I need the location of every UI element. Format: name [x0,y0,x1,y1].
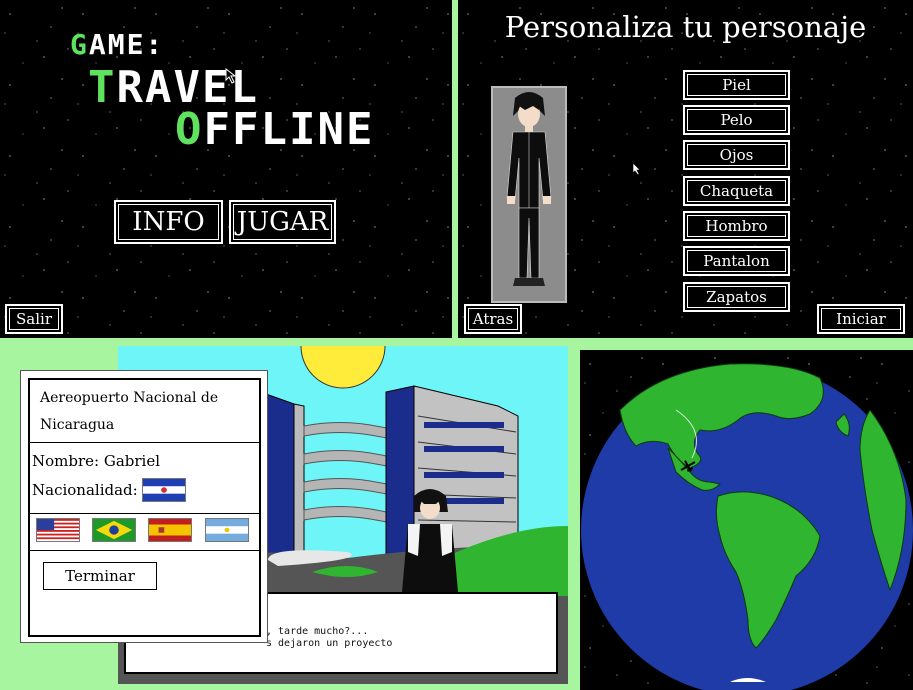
title-letter-t: T [88,62,117,113]
brazil-flag-icon[interactable] [92,518,136,542]
usa-flag-icon[interactable] [36,518,80,542]
globe-map[interactable] [580,350,913,690]
exit-button[interactable]: Salir [5,304,63,334]
back-button[interactable]: Atras [464,304,522,334]
main-menu-screen: GAME: TRAVEL OFFLINE INFO JUGAR Salir [0,0,452,338]
character-preview [491,86,567,303]
argentina-flag-icon[interactable] [205,518,249,542]
spain-flag-icon[interactable] [148,518,192,542]
option-shoes-button[interactable]: Zapatos [683,282,790,312]
title-rest-1: AME: [88,28,165,61]
option-jacket-button[interactable]: Chaqueta [683,176,790,206]
airport-card-frame: Aereopuerto Nacional de Nicaragua Nombre… [28,378,261,637]
info-button[interactable]: INFO [114,200,223,244]
globe-screen [580,350,913,690]
dialog-line-2: s dejaron un proyecto [266,638,393,649]
divider [30,550,259,551]
divider [30,513,259,514]
game-title-line1: GAME: [70,28,164,61]
character-figure [506,92,552,286]
dialog-line-1: , tarde mucho?... [266,626,369,637]
airport-card: Aereopuerto Nacional de Nicaragua Nombre… [20,370,268,643]
mouse-cursor-icon [632,162,641,176]
option-pants-button[interactable]: Pantalon [683,246,790,276]
title-rest-3: FFLINE [203,104,375,155]
nationality-label: Nacionalidad: [32,481,138,499]
start-button[interactable]: Iniciar [817,304,905,334]
mouse-cursor-icon [225,68,237,84]
option-eyes-button[interactable]: Ojos [683,140,790,170]
divider [30,442,259,443]
traveler-name: Nombre: Gabriel [32,452,161,470]
finish-button[interactable]: Terminar [43,562,157,590]
option-hair-button[interactable]: Pelo [683,105,790,135]
customize-screen: Personaliza tu personaje Piel Pelo Ojos … [458,0,913,338]
title-letter-o: O [175,104,204,155]
game-title-line3: OFFLINE [175,104,374,155]
option-skin-button[interactable]: Piel [683,70,790,100]
airport-name-line2: Nicaragua [40,417,115,433]
option-shoulder-button[interactable]: Hombro [683,211,790,241]
nicaragua-flag-icon [142,478,186,502]
airport-name-line1: Aereopuerto Nacional de [40,390,219,406]
title-letter-g: G [70,28,89,61]
play-button[interactable]: JUGAR [229,200,336,244]
customize-title: Personaliza tu personaje [504,10,867,44]
